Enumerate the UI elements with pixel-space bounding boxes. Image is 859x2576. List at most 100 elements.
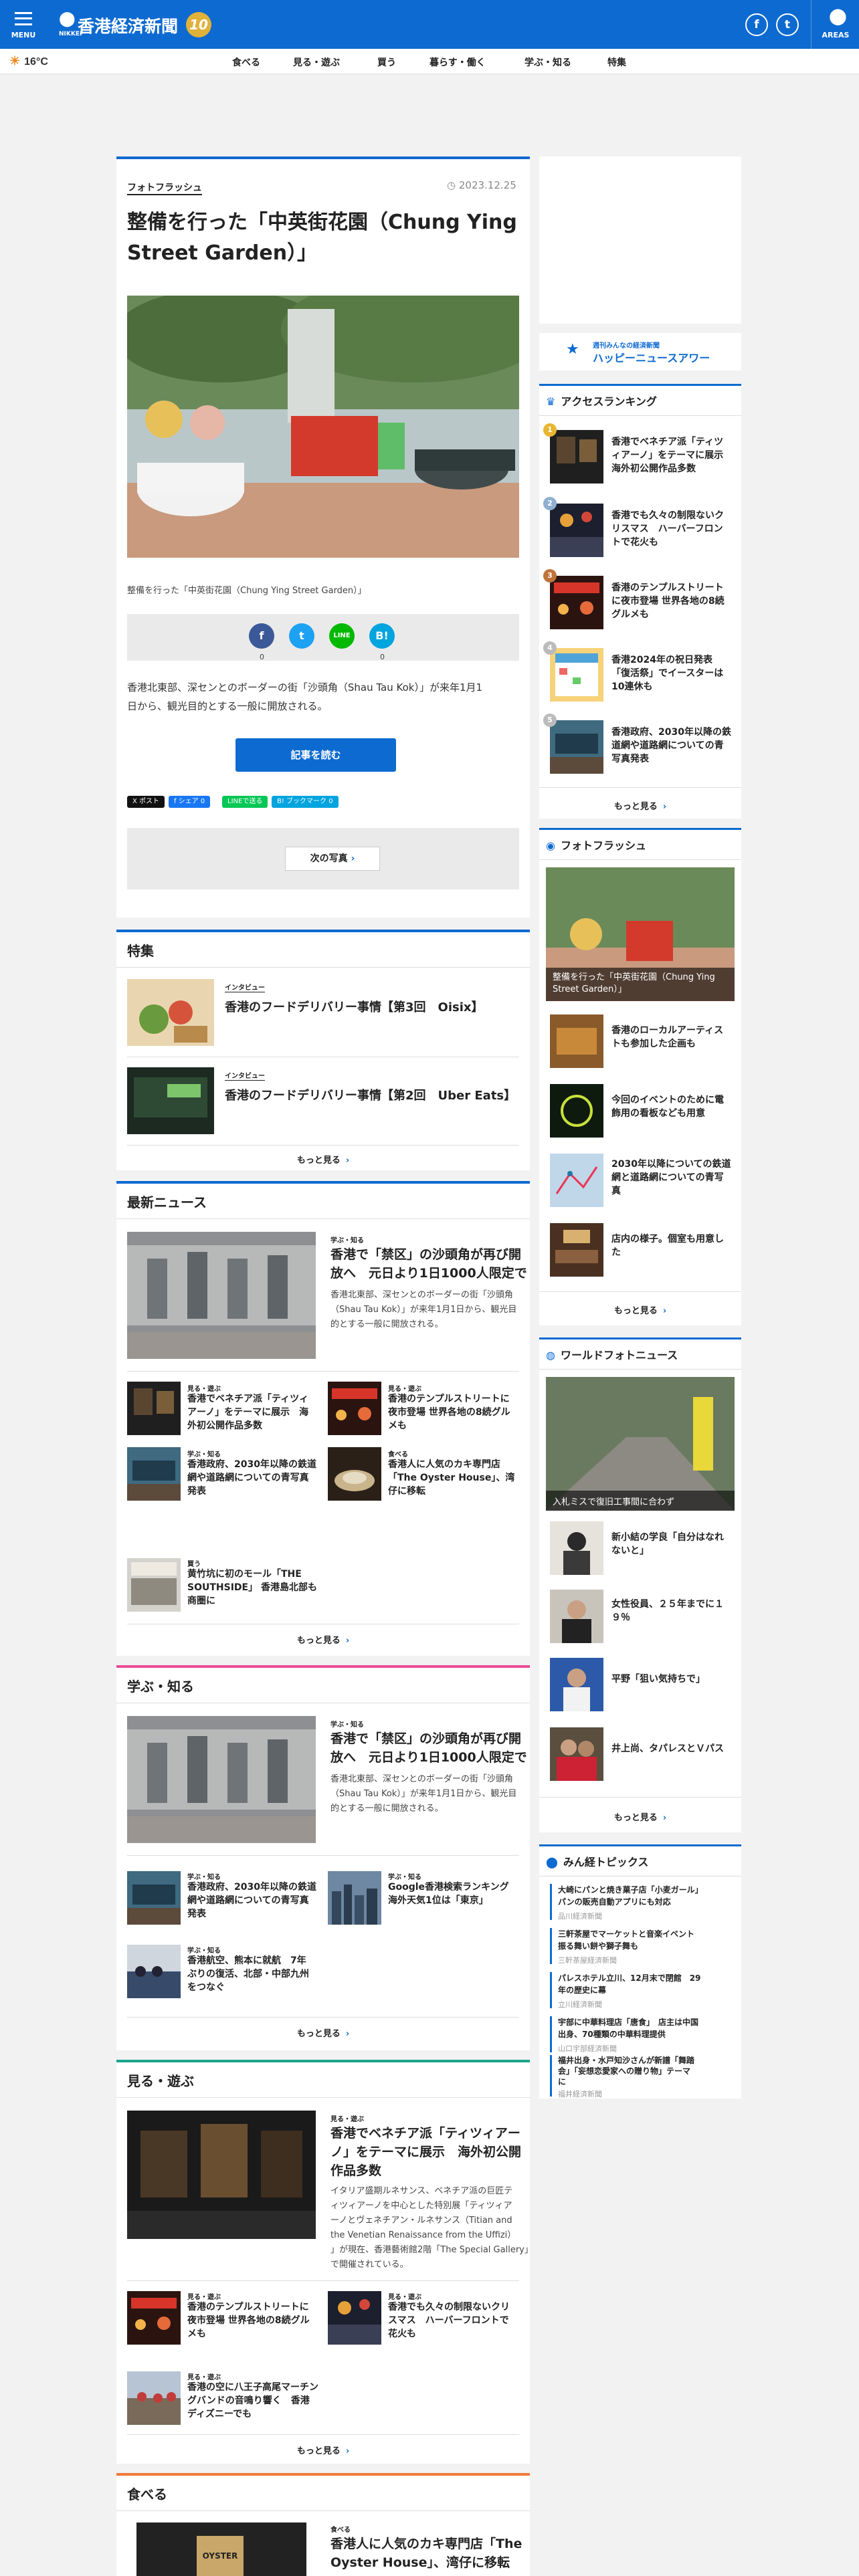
world-title[interactable]: 新小結の学良「自分はなれ ないと」	[611, 1531, 724, 1558]
site-logo[interactable]: ⬤ NIKKEI 香港経済新聞 10	[59, 9, 213, 41]
topic-title[interactable]: 福井出身・水戸知沙さんが新譜「舞踏 会」「妄想恋愛家への贈り物」テーマに	[558, 2055, 694, 2087]
news-title[interactable]: 黄竹坑に初のモール「THE SOUTHSIDE」 香港島北部も 商圏に	[187, 1568, 317, 1608]
rank-title[interactable]: 香港2024年の祝日発表 「復活祭」でイースターは 10連休も	[611, 653, 723, 693]
nav-item-manabu[interactable]: 学ぶ・知る	[524, 56, 571, 69]
ubereats-thumb[interactable]	[127, 1067, 214, 1134]
lead-thumb[interactable]	[127, 1716, 316, 1843]
world-thumb[interactable]	[550, 1521, 603, 1575]
photo-thumb[interactable]	[550, 1014, 603, 1068]
rank-title[interactable]: 香港政府、2030年以降の鉄 道網や道路網についての青 写真発表	[611, 726, 731, 766]
read-article-button[interactable]: 記事を読む	[235, 738, 396, 772]
world-thumb[interactable]	[550, 1727, 603, 1781]
photo-title[interactable]: 香港のローカルアーティス トも参加した企画も	[611, 1024, 723, 1051]
lead-title[interactable]: 香港でベネチア派「ティツィアー ノ」をテーマに展示 海外初公開 作品多数	[330, 2124, 521, 2180]
news-title[interactable]: 香港のテンプルストリートに 夜市登場 世界各地の8続グル メも	[187, 2300, 310, 2341]
photo-thumb[interactable]	[550, 1084, 603, 1138]
news-title[interactable]: 香港政府、2030年以降の鉄道 網や道路網についての青写真 発表	[187, 1458, 316, 1498]
nav-item-taberu[interactable]: 食べる	[232, 56, 260, 69]
lead-title[interactable]: 香港で「禁区」の沙頭角が再び開 放へ 元日より1日1000人限定で	[330, 1245, 527, 1283]
world-top[interactable]: 入札ミスで復旧工事間に合わず	[546, 1377, 735, 1511]
photoflash-top[interactable]: 整備を行った「中英街花園（Chung Ying Street Garden）」	[546, 867, 735, 1001]
more-link[interactable]: もっと見る ›	[256, 1153, 390, 1166]
world-thumb[interactable]	[550, 1590, 603, 1643]
oisix-thumb[interactable]	[127, 979, 214, 1046]
world-thumb[interactable]	[550, 1658, 603, 1711]
twitter-share-icon[interactable]: t	[289, 623, 314, 649]
lead-thumb[interactable]	[127, 1232, 316, 1359]
topic-title[interactable]: 大崎にパンと焼き菓子店「小麦ガール」 パンの販売自動アプリにも対応	[558, 1884, 703, 1908]
news-title[interactable]: Google香港検索ランキング 海外天気1位は「東京」	[388, 1881, 509, 1907]
more-link[interactable]: もっと見る ›	[256, 2026, 390, 2039]
nav-item-miru[interactable]: 見る・遊ぶ	[293, 56, 340, 69]
news-thumb[interactable]	[127, 1382, 181, 1435]
twitter-icon[interactable]: t	[776, 13, 799, 36]
lead-thumb[interactable]: OYSTER	[136, 2523, 306, 2576]
lead-thumb[interactable]	[127, 2111, 316, 2239]
photo-title[interactable]: 今回のイベントのために電 飾用の看板なども用意	[611, 1093, 724, 1120]
rank-thumb[interactable]	[550, 430, 603, 484]
more-link[interactable]: もっと見る ›	[573, 1810, 707, 1823]
photo-title[interactable]: 店内の様子。個室も用意した	[611, 1232, 724, 1259]
facebook-share-icon[interactable]: f	[249, 623, 274, 649]
rank-title[interactable]: 香港のテンプルストリート に夜市登場 世界各地の8続 グルメも	[611, 581, 725, 621]
news-thumb[interactable]	[328, 1871, 381, 1925]
news-thumb[interactable]	[328, 1447, 381, 1501]
tokushu-item-title[interactable]: 香港のフードデリバリー事情【第2回 Uber Eats】	[225, 1087, 516, 1105]
category-tag[interactable]: フォトフラッシュ	[127, 181, 202, 195]
more-link[interactable]: もっと見る ›	[256, 2444, 390, 2456]
lead-title[interactable]: 香港人に人気のカキ専門店「The Oyster House」、湾仔に移転	[330, 2535, 522, 2572]
news-thumb[interactable]	[127, 1447, 181, 1501]
next-photo-button[interactable]: 次の写真 ›	[285, 847, 380, 871]
rank-thumb[interactable]	[550, 504, 603, 557]
world-title[interactable]: 女性役員、２５年までに１ ９％	[611, 1598, 724, 1624]
facebook-icon[interactable]: f	[745, 13, 768, 36]
nav-item-kau[interactable]: 買う	[377, 56, 396, 69]
tokushu-item-title[interactable]: 香港のフードデリバリー事情【第3回 Oisix】	[225, 999, 484, 1016]
more-link[interactable]: もっと見る ›	[573, 1303, 707, 1316]
happy-news-banner[interactable]: ★ 週刊みんなの経済新聞 ハッピーニュースアワー	[539, 333, 741, 370]
menu-button[interactable]: MENU	[0, 0, 47, 49]
news-title[interactable]: 香港政府、2030年以降の鉄道 網や道路網についての青写真 発表	[187, 1881, 316, 1921]
rank-thumb[interactable]	[550, 720, 603, 774]
news-thumb[interactable]	[328, 2291, 381, 2345]
more-link[interactable]: もっと見る ›	[573, 799, 707, 812]
photo-title[interactable]: 2030年以降についての鉄道 網と道路網についての青写真	[611, 1158, 731, 1198]
line-share-icon[interactable]: LINE	[329, 623, 355, 649]
more-link[interactable]: もっと見る ›	[256, 1633, 390, 1646]
rank-title[interactable]: 香港でベネチア派「ティツ ィアーノ」をテーマに展示 海外初公開作品多数	[611, 435, 723, 475]
garden-photo[interactable]	[127, 296, 519, 558]
line-send-button[interactable]: LINEで送る	[222, 796, 268, 808]
news-title[interactable]: 香港でベネチア派「ティツィ アーノ」をテーマに展示 海外初公開作品多数	[187, 1392, 308, 1432]
facebook-share-button[interactable]: f シェア 0	[169, 796, 211, 808]
hatena-share-icon[interactable]: B!	[369, 623, 395, 649]
text-line: 」が現在、香港藝術館2階「The Special Gallery」	[330, 2245, 533, 2255]
news-thumb[interactable]	[328, 1382, 381, 1435]
news-title[interactable]: 香港でも久々の制限ないクリ スマス ハーバーフロントで 花火も	[388, 2300, 510, 2341]
hatena-bookmark-button[interactable]: B! ブックマーク 0	[272, 796, 339, 808]
topic-title[interactable]: 三軒茶屋でマーケットと音楽イベント 振る舞い餅や獅子舞も	[558, 1928, 694, 1952]
news-thumb[interactable]	[127, 1558, 181, 1612]
areas-button[interactable]: ⬤ AREAS	[811, 0, 859, 49]
news-title[interactable]: 香港航空、熊本に就航 7年 ぶりの復活、北部・中部九州 をつなぐ	[187, 1954, 309, 1994]
world-title[interactable]: 平野「狙い気持ちで」	[611, 1673, 705, 1686]
news-thumb[interactable]	[127, 1945, 181, 1998]
news-title[interactable]: 香港のテンプルストリートに 夜市登場 世界各地の8続グル メも	[388, 1392, 510, 1432]
lead-title[interactable]: 香港で「禁区」の沙頭角が再び開 放へ 元日より1日1000人限定で	[330, 1729, 527, 1767]
news-thumb[interactable]	[127, 2291, 181, 2345]
news-title[interactable]: 香港人に人気のカキ専門店 「The Oyster House」、湾 仔に移転	[388, 1458, 514, 1498]
rank-badge: 2	[543, 497, 557, 510]
news-title[interactable]: 香港の空に八王子高尾マーチン グバンドの音鳴り響く 香港 ディズニーでも	[187, 2381, 318, 2421]
topic-title[interactable]: パレスホテル立川、12月末で閉館 29 年の歴史に幕	[558, 1972, 700, 1996]
world-title[interactable]: 井上尚、タパレスとＶパス	[611, 1742, 724, 1755]
nav-item-kurasu[interactable]: 暮らす・働く	[430, 56, 486, 69]
rank-title[interactable]: 香港でも久々の制限ないク リスマス ハーバーフロン トで花火も	[611, 509, 724, 549]
topic-title[interactable]: 宇部に中華料理店「唐食」 店主は中国 出身、70種類の中華料理提供	[558, 2016, 698, 2040]
photo-thumb[interactable]	[550, 1154, 603, 1207]
news-thumb[interactable]	[127, 1871, 181, 1925]
x-post-button[interactable]: X ポスト	[127, 796, 165, 808]
rank-thumb[interactable]	[550, 648, 603, 702]
nav-item-tokushu[interactable]: 特集	[607, 56, 626, 69]
news-thumb[interactable]	[127, 2371, 181, 2425]
rank-thumb[interactable]	[550, 576, 603, 629]
photo-thumb[interactable]	[550, 1223, 603, 1277]
